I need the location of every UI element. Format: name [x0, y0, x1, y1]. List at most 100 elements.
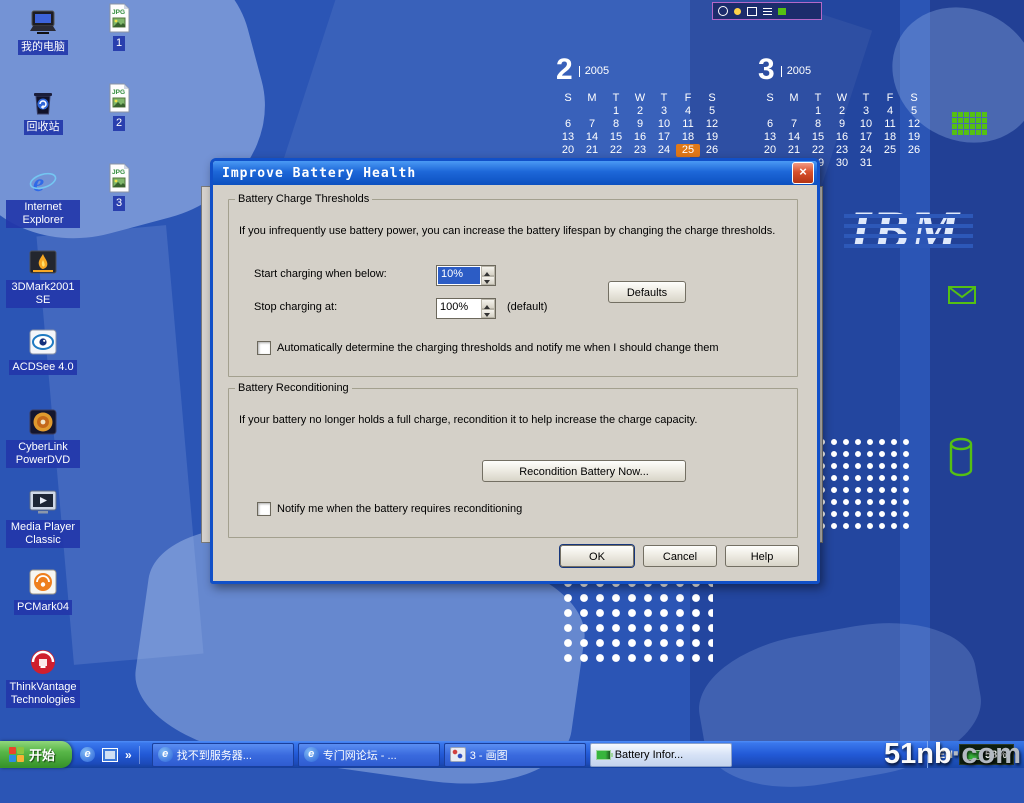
calendar-day: 11 [878, 118, 902, 131]
spinner-value[interactable]: 100% [437, 299, 481, 318]
calendar-day: 3 [854, 105, 878, 118]
stop-charging-spinner[interactable]: 100% [436, 298, 496, 319]
calendar-day: 19 [700, 131, 724, 144]
spinner-down-icon[interactable] [481, 276, 495, 286]
desktop-icon-column: 我的电脑 回收站 e Internet Explorer 3DMark2001 … [6, 6, 80, 726]
desktop-icon-pcmark04[interactable]: PCMark04 [6, 566, 80, 646]
ibm-logo: IBM [850, 200, 961, 260]
internet-explorer-icon: e [304, 747, 319, 762]
calendar-day: 18 [676, 131, 700, 144]
start-charging-spinner[interactable]: 10% [436, 265, 496, 286]
desktop-icon-label: ACDSee 4.0 [9, 360, 76, 375]
calendar-day: 3 [652, 105, 676, 118]
calendar-day: 7 [782, 118, 806, 131]
desktop-icon-jpg-3[interactable]: JPG 3 [96, 162, 142, 242]
group-title: Battery Charge Thresholds [235, 193, 372, 205]
battery-tray-icon [966, 750, 981, 760]
desktop-icon-my-computer[interactable]: 我的电脑 [6, 6, 80, 86]
calendar-day: 1 [806, 105, 830, 118]
desktop-icon-label: ThinkVantage Technologies [6, 680, 80, 708]
checkbox-box[interactable] [257, 341, 271, 355]
thinkpad-utility-bar[interactable] [712, 2, 822, 20]
spinner-up-icon[interactable] [481, 266, 495, 276]
quicklaunch-overflow-chevron-icon[interactable]: » [125, 748, 132, 762]
battery-percent: 58% [985, 749, 1007, 761]
taskbar-task-server-not-found[interactable]: e 找不到服务器... [152, 743, 294, 767]
start-button[interactable]: 开始 [0, 741, 72, 768]
spinner-down-icon[interactable] [481, 309, 495, 319]
notify-reconditioning-checkbox[interactable]: Notify me when the battery requires reco… [257, 502, 522, 516]
spinner-buttons[interactable] [481, 299, 495, 318]
dialog-titlebar[interactable]: Improve Battery Health × [213, 161, 817, 185]
show-desktop-icon[interactable] [102, 748, 118, 762]
jpg-file-column: JPG 1 JPG 2 JPG 3 [96, 2, 142, 242]
internet-explorer-quicklaunch-icon[interactable]: e [80, 747, 95, 762]
desktop-icon-label: Media Player Classic [6, 520, 80, 548]
calendar-day: 21 [580, 144, 604, 157]
calendar-day: 7 [580, 118, 604, 131]
checkbox-box[interactable] [257, 502, 271, 516]
reconditioning-description: If your battery no longer holds a full c… [239, 414, 791, 426]
calendar-day: 22 [604, 144, 628, 157]
wallpaper-shape [930, 0, 1024, 768]
calendar-day: 8 [604, 118, 628, 131]
status-icon[interactable] [734, 8, 741, 15]
jpg-file-icon: JPG [103, 162, 135, 194]
calendar-day: 21 [782, 144, 806, 157]
desktop-icon-recycle-bin[interactable]: 回收站 [6, 86, 80, 166]
battery-status[interactable]: 58% [959, 744, 1014, 765]
calendar-day: 15 [806, 131, 830, 144]
taskbar-task-forum[interactable]: e 专门网论坛 - ... [298, 743, 440, 767]
language-indicator[interactable]: EN [938, 749, 953, 761]
calendar-day: 31 [854, 157, 878, 170]
calendar-day: 13 [758, 131, 782, 144]
calendar-day: 12 [902, 118, 926, 131]
ibm-logo-text: IBM [850, 200, 961, 260]
taskbar-divider [139, 746, 140, 764]
calendar-month: 3 [758, 55, 775, 85]
dialog-body: Battery Charge Thresholds If you infrequ… [213, 185, 811, 575]
taskbar-task-battery-information[interactable]: Battery Infor... [590, 743, 732, 767]
desktop-icon-label: PCMark04 [14, 600, 72, 615]
spinner-buttons[interactable] [481, 266, 495, 285]
help-button[interactable]: Help [725, 545, 799, 567]
spinner-up-icon[interactable] [481, 299, 495, 309]
spinner-value[interactable]: 10% [438, 267, 480, 284]
keyboard-icon[interactable] [763, 7, 772, 15]
desktop-icon-3dmark2001[interactable]: 3DMark2001 SE [6, 246, 80, 326]
close-button[interactable]: × [792, 162, 814, 184]
desktop-icon-acdsee[interactable]: ACDSee 4.0 [6, 326, 80, 406]
calendar-day: 2 [628, 105, 652, 118]
auto-determine-checkbox[interactable]: Automatically determine the charging thr… [257, 341, 718, 355]
desktop-icon-media-player-classic[interactable]: Media Player Classic [6, 486, 80, 566]
desktop-icon-thinkvantage[interactable]: ThinkVantage Technologies [6, 646, 80, 726]
desktop-icon-jpg-1[interactable]: JPG 1 [96, 2, 142, 82]
calendar-header: 2 2005 [556, 55, 724, 87]
cancel-button[interactable]: Cancel [643, 545, 717, 567]
display-icon[interactable] [747, 7, 757, 16]
desktop-icon-internet-explorer[interactable]: e Internet Explorer [6, 166, 80, 246]
ok-button[interactable]: OK [560, 545, 634, 567]
calendar-day [556, 105, 580, 118]
calendar-day: 1 [604, 105, 628, 118]
calendar-day: 4 [878, 105, 902, 118]
svg-text:JPG: JPG [112, 89, 125, 96]
power-icon[interactable] [718, 6, 728, 16]
calendar-day [878, 157, 902, 170]
recondition-battery-button[interactable]: Recondition Battery Now... [482, 460, 686, 482]
calendar-day: 9 [628, 118, 652, 131]
desktop-icon-label: 2 [113, 116, 125, 131]
taskbar-task-paint[interactable]: 3 - 画图 [444, 743, 586, 767]
desktop-icon-label: Internet Explorer [6, 200, 80, 228]
green-grid-decoration [952, 112, 957, 117]
calendar-weekday: F [878, 92, 902, 105]
my-computer-icon [27, 6, 59, 38]
powerdvd-icon [27, 406, 59, 438]
wallpaper-calendar-march: 3 2005 SMTWTFS12345678910111213141516171… [758, 55, 926, 170]
desktop-icon-powerdvd[interactable]: CyberLink PowerDVD [6, 406, 80, 486]
battery-indicator-icon[interactable] [778, 8, 786, 15]
desktop-icon-jpg-2[interactable]: JPG 2 [96, 82, 142, 162]
calendar-day: 15 [604, 131, 628, 144]
calendar-day: 14 [782, 131, 806, 144]
defaults-button[interactable]: Defaults [608, 281, 686, 303]
